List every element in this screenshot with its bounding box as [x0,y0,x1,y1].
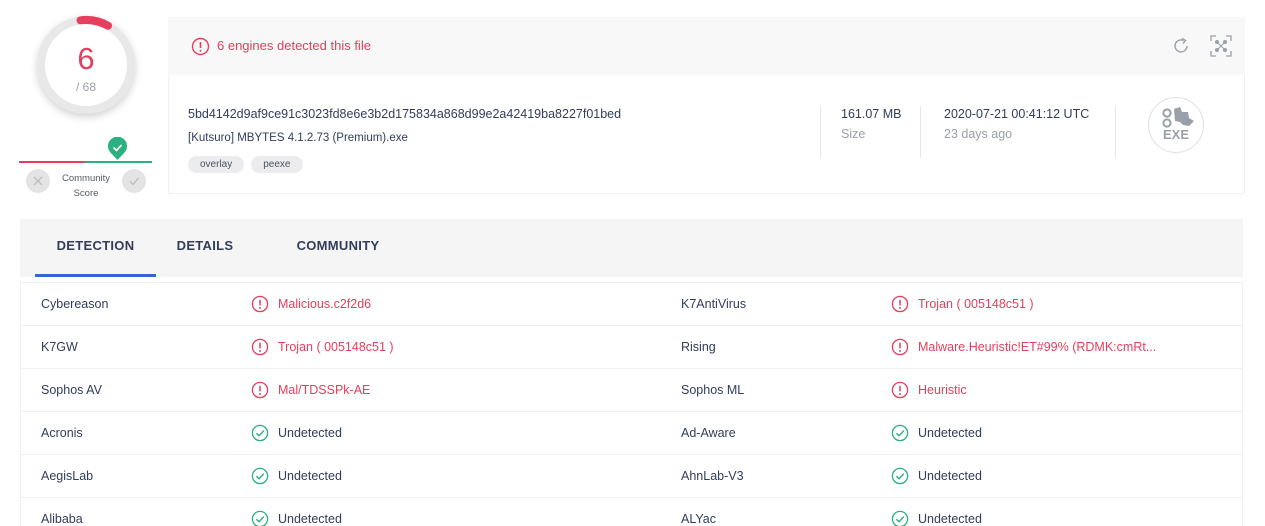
engine-result: Trojan ( 005148c51 ) [891,295,1034,313]
engine-result: Heuristic [891,381,967,399]
file-report-page: 6 / 68 Community Score 6 engines detecte… [0,0,1265,526]
engine-name: ALYac [681,512,716,526]
result-text: Undetected [278,469,342,483]
check-circle-icon [251,467,269,485]
result-text: Undetected [278,426,342,440]
community-bar-positive [85,161,152,163]
file-hash[interactable]: 5bd4142d9af9ce91c3023fd8e6e3b2d175834a86… [188,107,621,121]
engine-name: Rising [681,340,716,354]
engine-result: Malicious.c2f2d6 [251,295,371,313]
result-text: Undetected [918,426,982,440]
check-circle-icon [891,510,909,526]
engine-name: K7AntiVirus [681,297,747,311]
table-row: Cybereason Malicious.c2f2d6 K7AntiVirus … [21,283,1242,326]
result-text: Undetected [918,469,982,483]
exe-file-type-icon: EXE [1148,97,1204,153]
file-tags: overlay peexe [188,156,303,173]
report-tabs: DETECTION DETAILS COMMUNITY [20,219,1243,277]
engine-result: Trojan ( 005148c51 ) [251,338,394,356]
community-label-line2: Score [73,188,99,199]
engine-name: K7GW [41,340,78,354]
result-text: Undetected [918,512,982,526]
engine-name: AhnLab-V3 [681,469,744,483]
engine-total: / 68 [75,80,96,94]
result-text: Heuristic [918,383,967,397]
graph-view-icon[interactable] [1209,34,1233,58]
check-circle-icon [891,424,909,442]
alert-icon [191,37,210,56]
tab-detection[interactable]: DETECTION [35,219,156,277]
file-info-panel: 5bd4142d9af9ce91c3023fd8e6e3b2d175834a86… [168,75,1245,194]
result-text: Malicious.c2f2d6 [278,297,372,311]
table-row: K7GW Trojan ( 005148c51 ) Rising Malware… [21,326,1242,369]
engine-name: Alibaba [41,512,83,526]
close-icon [33,176,43,186]
community-score-label: Community Score [52,171,120,201]
check-circle-icon [891,467,909,485]
table-row: Sophos AV Mal/TDSSPk-AE Sophos ML Heuris… [21,369,1242,412]
alert-icon [891,338,909,356]
engine-name: AegisLab [41,469,94,483]
engine-result: Malware.Heuristic!ET#99% (RDMK:cmRt... [891,338,1156,356]
engine-name: Sophos AV [41,383,102,397]
result-text: Mal/TDSSPk-AE [278,383,371,397]
community-bar-negative [19,161,85,163]
alert-icon [251,338,269,356]
file-size-label: Size [841,127,866,141]
vote-up-button[interactable] [122,169,146,193]
refresh-icon[interactable] [1170,35,1192,57]
tab-community[interactable]: COMMUNITY [288,219,388,277]
engine-result: Undetected [891,467,982,485]
detections-table: Cybereason Malicious.c2f2d6 K7AntiVirus … [20,282,1243,526]
engine-result: Undetected [891,510,982,526]
engine-result: Undetected [891,424,982,442]
analysis-date-value: 2020-07-21 00:41:12 UTC [944,107,1090,121]
divider [1115,106,1116,158]
file-name: [Kutsuro] MBYTES 4.1.2.73 (Premium).exe [188,132,408,144]
divider [920,106,921,158]
result-text: Trojan ( 005148c51 ) [278,340,394,354]
alert-message: 6 engines detected this file [217,38,371,53]
result-text: Malware.Heuristic!ET#99% (RDMK:cmRt... [918,340,1157,354]
check-circle-icon [251,510,269,526]
checkmark-icon [129,177,140,186]
community-score-marker-icon [108,137,127,160]
result-text: Undetected [278,512,342,526]
divider [820,106,821,158]
community-label-line1: Community [61,173,111,184]
engine-result: Undetected [251,424,342,442]
tab-details[interactable]: DETAILS [170,219,240,277]
detection-count: 6 [77,41,95,76]
check-circle-icon [251,424,269,442]
analysis-date-relative: 23 days ago [944,127,1013,141]
exe-badge-label: EXE [1163,127,1189,142]
alert-icon [251,381,269,399]
vote-down-button[interactable] [26,169,50,193]
engine-result: Undetected [251,467,342,485]
tag-peexe[interactable]: peexe [251,156,303,173]
engine-name: Ad-Aware [681,426,736,440]
alert-icon [251,295,269,313]
alert-icon [891,381,909,399]
table-row: Alibaba Undetected ALYac Undetected [21,498,1242,526]
engine-name: Acronis [41,426,83,440]
table-row: AegisLab Undetected AhnLab-V3 Undetected [21,455,1242,498]
engine-name: Cybereason [41,297,109,311]
detection-alert-banner: 6 engines detected this file [168,17,1245,75]
result-text: Trojan ( 005148c51 ) [918,297,1034,311]
detection-score: 6 / 68 [36,15,136,115]
table-row: Acronis Undetected Ad-Aware Undetected [21,412,1242,455]
engine-name: Sophos ML [681,383,745,397]
tag-overlay[interactable]: overlay [188,156,245,173]
engine-result: Mal/TDSSPk-AE [251,381,370,399]
engine-result: Undetected [251,510,342,526]
file-size-value: 161.07 MB [841,107,902,121]
alert-icon [891,295,909,313]
